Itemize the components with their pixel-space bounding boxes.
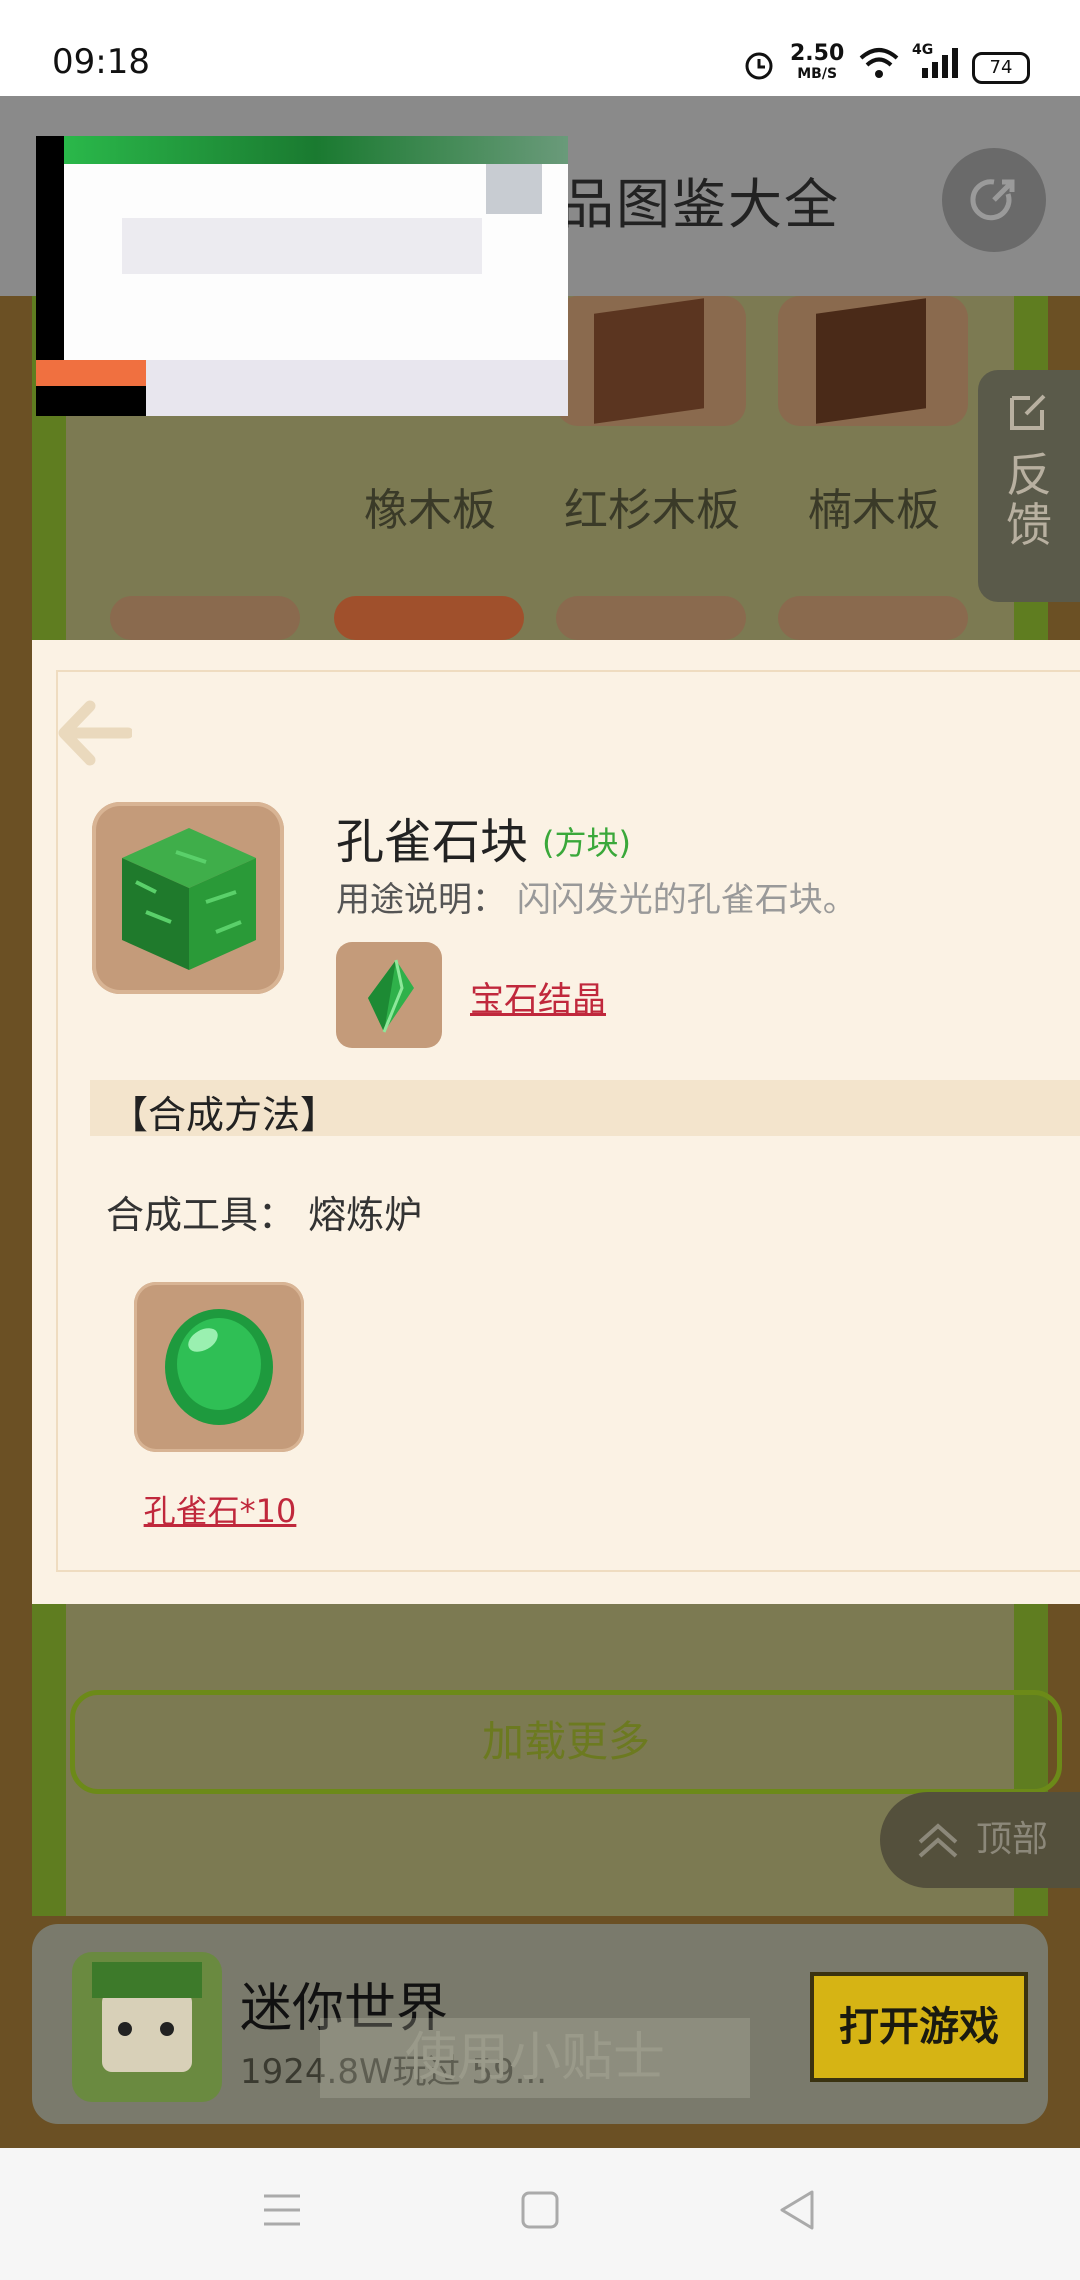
menu-icon[interactable]: [262, 2192, 302, 2228]
back-button[interactable]: [58, 700, 134, 770]
arrow-left-icon: [58, 700, 134, 766]
grid-item-label[interactable]: 橡木板: [320, 474, 540, 538]
network-speed-unit: MB/S: [797, 66, 838, 82]
tool-label: 合成工具：: [106, 1193, 297, 1237]
gem-crystal-icon: [368, 959, 414, 1033]
back-to-top-button[interactable]: 顶部: [880, 1792, 1080, 1888]
item-image: [92, 802, 284, 994]
malachite-block-icon: [122, 828, 256, 970]
item-name: 孔雀石块: [336, 814, 529, 870]
blurred-popup-ad[interactable]: [36, 136, 568, 416]
tips-overlay: 使用小贴士: [320, 2018, 750, 2098]
network-speed: 2.50 MB/S: [790, 41, 845, 84]
ingredient-tile[interactable]: [134, 1282, 304, 1452]
wifi-icon: [858, 46, 900, 84]
back-to-top-label: 顶部: [976, 1819, 1049, 1860]
open-game-button[interactable]: 打开游戏: [810, 1972, 1028, 2082]
share-icon: [970, 179, 1015, 221]
back-icon[interactable]: [776, 2188, 816, 2232]
home-icon[interactable]: [520, 2190, 560, 2230]
status-time: 09:18: [52, 42, 150, 82]
feedback-label: 反馈: [1006, 448, 1052, 552]
status-bar: 09:18 2.50 MB/S 4G 74: [0, 0, 1080, 96]
page-title: 品图鉴大全: [560, 173, 840, 236]
edit-icon: [1010, 394, 1046, 430]
battery-indicator: 74: [972, 52, 1030, 84]
network-type: 4G: [912, 42, 934, 58]
grid-tile[interactable]: [556, 596, 746, 640]
grid-tile[interactable]: [778, 596, 968, 640]
usage-label: 用途说明：: [336, 880, 506, 920]
usage-description: 用途说明： 闪闪发光的孔雀石块。: [336, 872, 857, 921]
system-navigation-bar: [0, 2148, 1080, 2280]
crafting-tool: 合成工具： 熔炼炉: [106, 1184, 422, 1239]
game-app-icon[interactable]: [72, 1952, 222, 2102]
grid-tile[interactable]: [556, 296, 746, 426]
feedback-button[interactable]: 反馈: [978, 370, 1080, 602]
grid-tile[interactable]: [334, 596, 524, 640]
grid-item-label[interactable]: 红杉木板: [542, 474, 762, 538]
related-item-tile[interactable]: [336, 942, 442, 1048]
malachite-gem-icon: [165, 1309, 273, 1425]
ingredient-link[interactable]: 孔雀石*10: [110, 1486, 330, 1532]
alarm-icon: [742, 48, 776, 86]
chevron-up-icon: [918, 1823, 958, 1858]
section-title: 【合成方法】: [110, 1093, 339, 1137]
item-type: (方块): [542, 824, 631, 862]
grid-tile[interactable]: [778, 296, 968, 426]
grid-tile[interactable]: [110, 596, 300, 640]
signal-icon: 4G: [912, 42, 960, 84]
load-more-button[interactable]: 加载更多: [70, 1690, 1062, 1794]
network-speed-value: 2.50: [790, 41, 845, 66]
grid-item-label[interactable]: 楠木板: [764, 474, 984, 538]
usage-text: 闪闪发光的孔雀石块。: [516, 880, 857, 920]
share-button[interactable]: [942, 148, 1046, 252]
tool-value: 熔炼炉: [308, 1193, 423, 1237]
related-item-link[interactable]: 宝石结晶: [470, 972, 606, 1021]
